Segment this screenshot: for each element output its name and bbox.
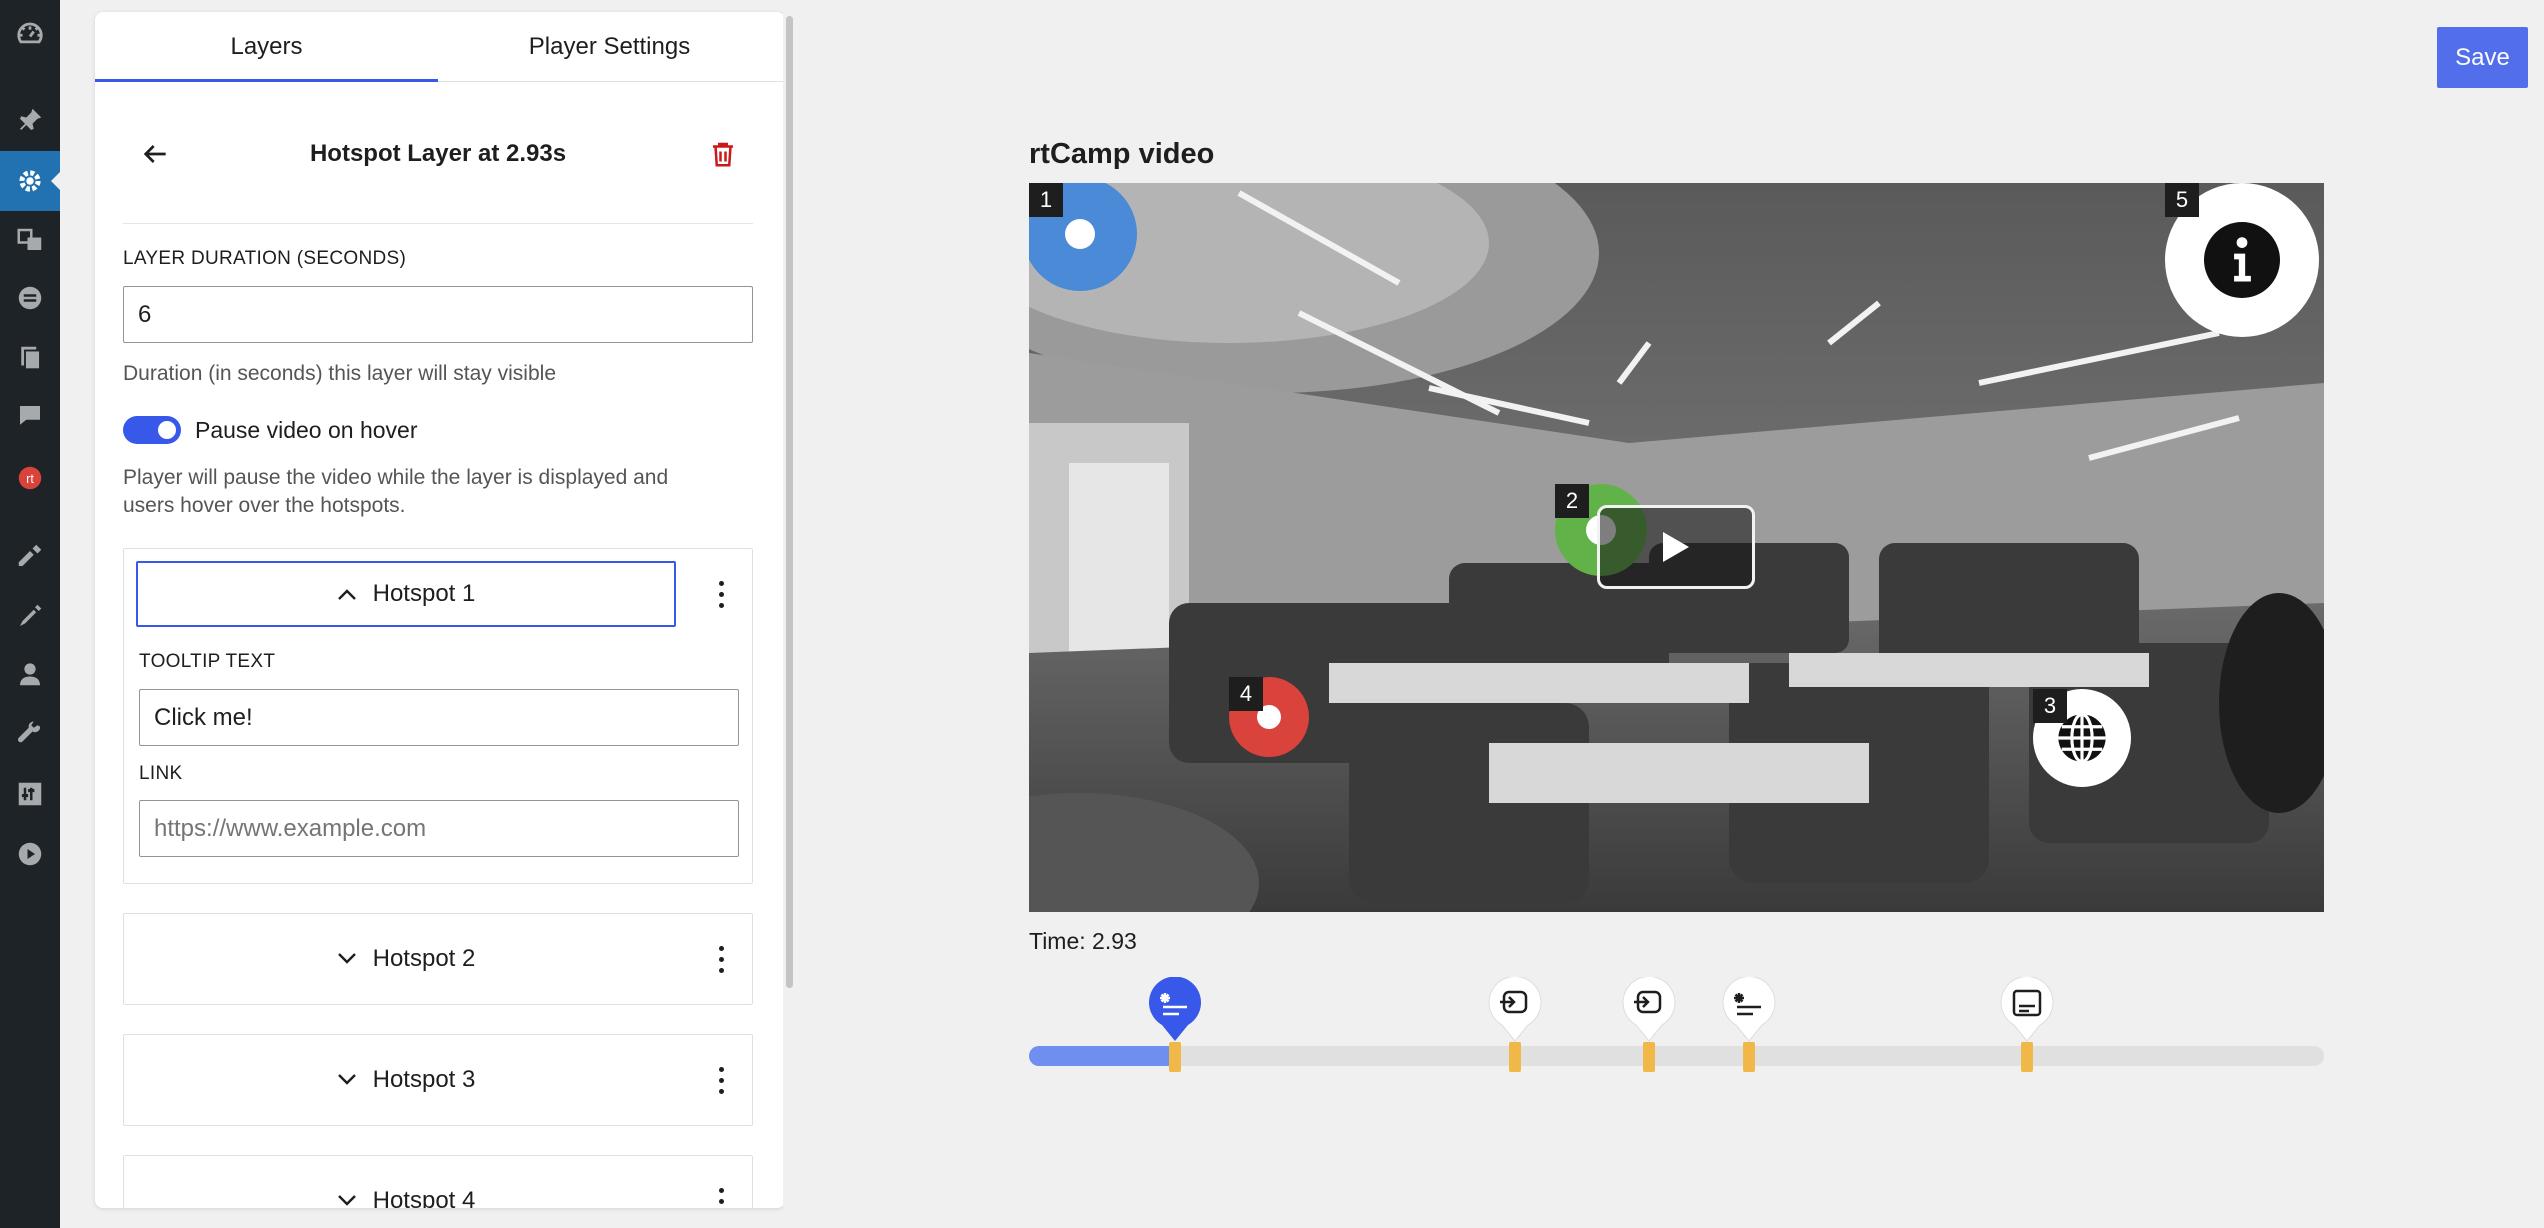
users-icon[interactable] — [12, 656, 48, 692]
play-icon — [1663, 532, 1689, 562]
hotspot-layer-icon — [1149, 976, 1201, 1041]
trash-icon — [713, 142, 733, 167]
pin-icon[interactable] — [12, 102, 48, 138]
appearance-icon[interactable] — [12, 538, 48, 574]
tooltip-label: TOOLTIP TEXT — [139, 651, 276, 672]
hotspot-toggle-4[interactable]: Hotspot 4 — [136, 1168, 676, 1208]
pause-toggle-row: Pause video on hover — [123, 416, 418, 444]
cta-layer-icon — [2000, 976, 2054, 1042]
plugins-icon[interactable] — [12, 598, 48, 634]
hotspot-label: Hotspot 4 — [372, 1187, 476, 1208]
pause-on-hover-toggle[interactable] — [123, 416, 181, 444]
hotspot-toggle-3[interactable]: Hotspot 3 — [136, 1047, 676, 1113]
duration-label: LAYER DURATION (SECONDS) — [123, 248, 407, 269]
hotspot-card-1: Hotspot 1 TOOLTIP TEXT LINK — [123, 548, 753, 884]
timeline-track[interactable] — [1029, 1046, 2324, 1066]
pages-icon[interactable] — [12, 340, 48, 376]
form-layer-icon — [1622, 976, 1676, 1042]
duration-input[interactable] — [123, 286, 753, 343]
panel-scrollbar[interactable] — [783, 12, 795, 1208]
chevron-up-icon — [337, 589, 356, 600]
hotspot-options-button[interactable] — [706, 937, 736, 981]
save-button[interactable]: Save — [2437, 27, 2528, 88]
timeline-marker-form[interactable] — [1620, 976, 1678, 1043]
layer-header: Hotspot Layer at 2.93s — [123, 82, 753, 224]
svg-text:rt: rt — [26, 472, 34, 486]
layer-settings-panel: Layers Player Settings Hotspot Layer at … — [95, 12, 785, 1208]
link-label: LINK — [139, 763, 183, 784]
timeline-tick[interactable] — [1509, 1042, 1521, 1072]
video-title: rtCamp video — [1029, 138, 1215, 170]
hotspot-toggle-2[interactable]: Hotspot 2 — [136, 926, 676, 992]
hotspot-toggle-1[interactable]: Hotspot 1 — [136, 561, 676, 627]
timeline-tick[interactable] — [2021, 1042, 2033, 1072]
timeline-marker-cta[interactable] — [1998, 976, 2056, 1043]
layer-editor: Hotspot Layer at 2.93s LAYER DURATION (S… — [123, 82, 753, 1208]
hotspot-options-button[interactable] — [706, 572, 736, 616]
play-button[interactable] — [1597, 505, 1755, 589]
timeline-marker-hotspot[interactable] — [1146, 976, 1204, 1043]
hotspot-number-2: 2 — [1555, 484, 1589, 518]
hotspot-card-4: Hotspot 4 — [123, 1155, 753, 1208]
form-layer-icon — [1488, 976, 1542, 1042]
link-input[interactable] — [139, 800, 739, 857]
media-icon[interactable] — [12, 222, 48, 258]
rtcamp-icon[interactable]: rt — [12, 460, 48, 496]
timeline-tick[interactable] — [1169, 1042, 1181, 1072]
admin-sidebar: rt — [0, 0, 60, 1228]
hotspot-card-2: Hotspot 2 — [123, 913, 753, 1005]
hotspot-options-button[interactable] — [706, 1179, 736, 1208]
tooltip-input[interactable] — [139, 689, 739, 746]
hotspot-label: Hotspot 2 — [372, 945, 476, 972]
layer-title: Hotspot Layer at 2.93s — [309, 140, 567, 167]
scrollbar-thumb[interactable] — [786, 16, 793, 988]
hotspot-number-4: 4 — [1229, 677, 1263, 711]
settings-sliders-icon[interactable] — [12, 776, 48, 812]
timeline-tick[interactable] — [1743, 1042, 1755, 1072]
tab-layers[interactable]: Layers — [95, 12, 438, 82]
settings-icon[interactable] — [0, 151, 60, 211]
video-preview[interactable]: 1 5 2 4 3 — [1029, 183, 2324, 912]
current-time: Time: 2.93 — [1029, 928, 1137, 954]
delete-layer-button[interactable] — [701, 132, 745, 176]
timeline-marker-form[interactable] — [1486, 976, 1544, 1043]
chevron-down-icon — [337, 1074, 356, 1085]
hotspot-number-3: 3 — [2033, 689, 2067, 723]
timeline-progress — [1029, 1046, 1169, 1066]
hotspot-card-3: Hotspot 3 — [123, 1034, 753, 1126]
timeline-tick[interactable] — [1643, 1042, 1655, 1072]
duration-help: Duration (in seconds) this layer will st… — [123, 362, 556, 385]
forms-icon[interactable] — [12, 280, 48, 316]
chevron-down-icon — [337, 953, 356, 964]
panel-tabs: Layers Player Settings — [95, 12, 785, 82]
hotspot-label: Hotspot 3 — [372, 1066, 476, 1093]
tab-player-settings[interactable]: Player Settings — [438, 12, 781, 81]
video-icon[interactable] — [12, 836, 48, 872]
pause-toggle-label: Pause video on hover — [195, 416, 418, 443]
hotspot-label: Hotspot 1 — [372, 580, 476, 607]
hotspot-number-5: 5 — [2165, 183, 2199, 217]
hotspot-layer-icon — [1722, 976, 1776, 1042]
tools-icon[interactable] — [12, 716, 48, 752]
info-icon — [2204, 222, 2280, 298]
hotspot-number-1: 1 — [1029, 183, 1063, 217]
chevron-down-icon — [337, 1195, 356, 1206]
hotspot-options-button[interactable] — [706, 1058, 736, 1102]
comments-icon[interactable] — [12, 398, 48, 434]
pause-help: Player will pause the video while the la… — [123, 466, 669, 517]
timeline-marker-hotspot[interactable] — [1720, 976, 1778, 1043]
dashboard-icon[interactable] — [12, 16, 48, 52]
